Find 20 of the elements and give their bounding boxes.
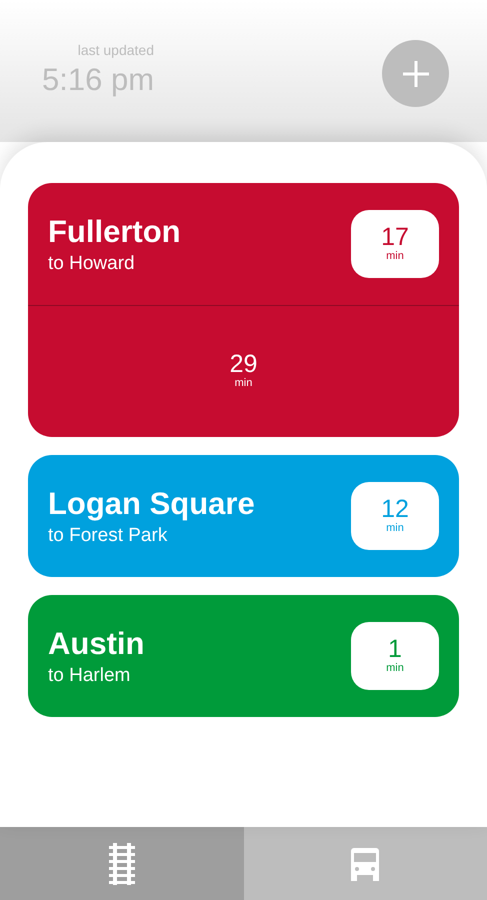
railway-track-icon — [106, 842, 137, 884]
arrival-time-badge: 1 min — [351, 622, 439, 690]
station-card[interactable]: Austin to Harlem 1 min — [28, 595, 459, 717]
arrival-time-badge: 17 min — [351, 210, 439, 278]
station-name: Logan Square — [48, 484, 255, 523]
arrival-time-badge: 12 min — [351, 482, 439, 550]
direction-label: to Howard — [48, 252, 136, 276]
direction-label: to Forest Park — [48, 524, 168, 548]
station-name: Austin — [48, 624, 144, 663]
direction-label: to Harlem — [48, 664, 132, 688]
later-arrival-unit: min — [234, 377, 252, 391]
plus-icon — [402, 60, 430, 88]
station-card[interactable]: Fullerton to Howard 17 min 29 min — [28, 183, 459, 437]
station-name: Fullerton — [48, 212, 181, 251]
transit-tab[interactable] — [244, 827, 487, 900]
transit-tab[interactable] — [0, 827, 244, 900]
last-updated-caption: last updated — [78, 41, 154, 60]
station-card[interactable]: Logan Square to Forest Park 12 min — [28, 455, 459, 577]
bus-icon — [350, 846, 380, 882]
later-arrival-time: 29 — [230, 352, 258, 378]
